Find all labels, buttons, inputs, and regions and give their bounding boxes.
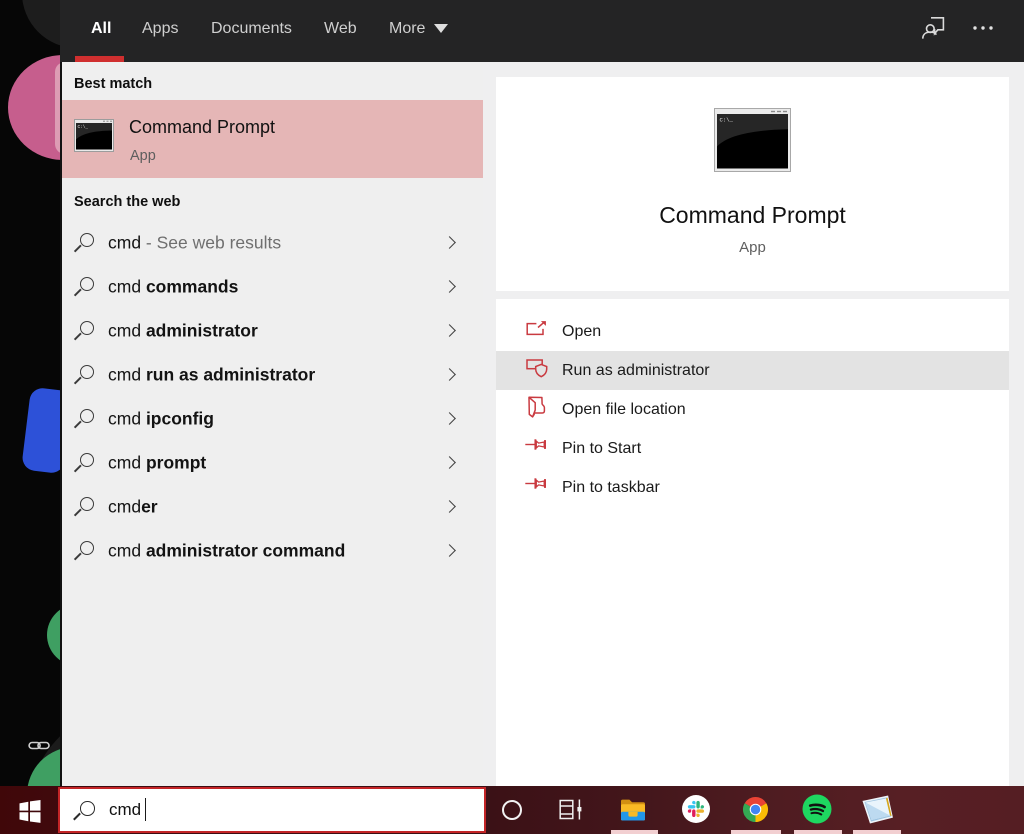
svg-text:C:\_: C:\_ — [78, 125, 89, 130]
svg-text:C:\_: C:\_ — [720, 117, 734, 124]
